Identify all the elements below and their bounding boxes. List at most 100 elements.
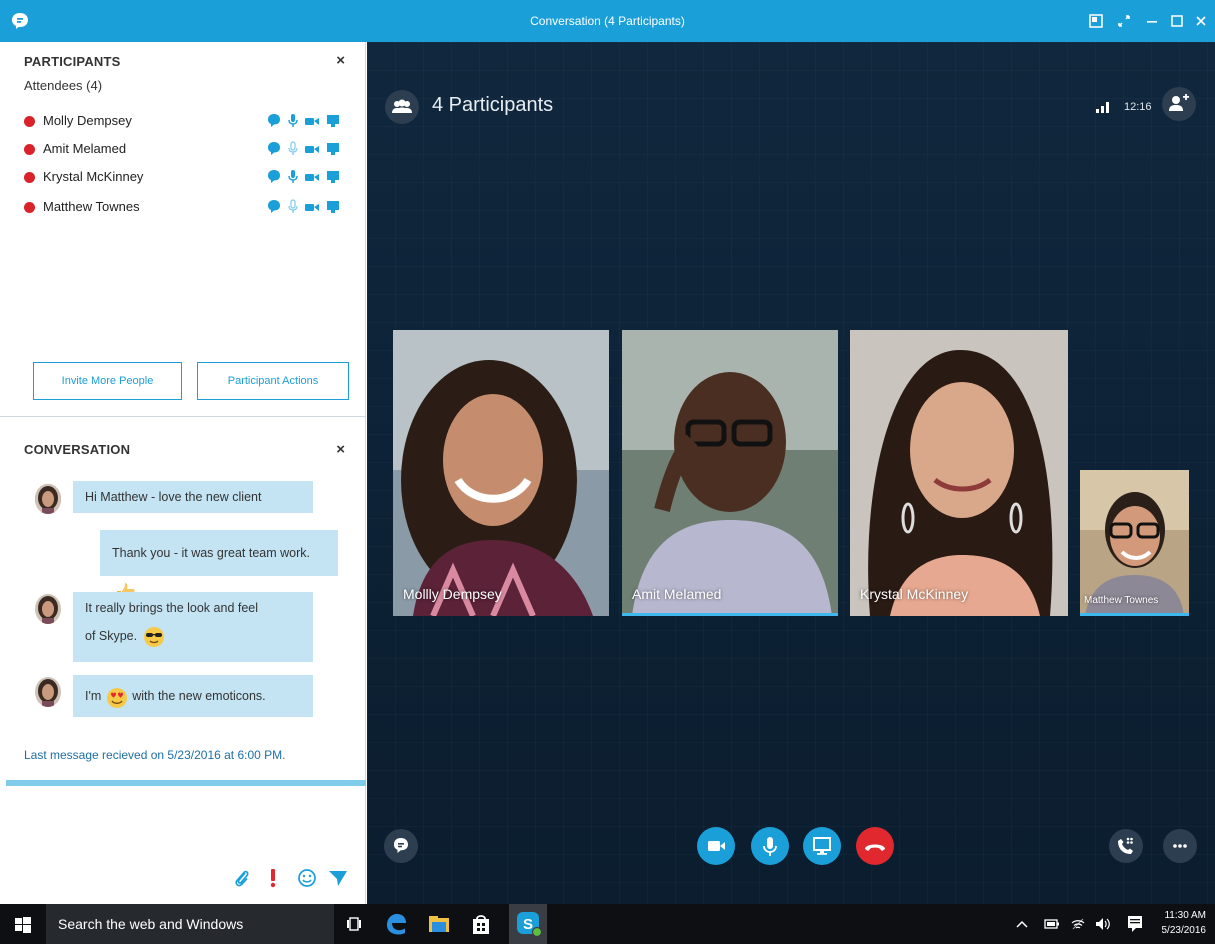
skype-icon: S [517, 912, 542, 937]
participant-video-frame [622, 330, 838, 616]
screen-share-icon[interactable] [325, 113, 341, 129]
participant-name: Matthew Townes [43, 199, 140, 214]
call-participants-title: 4 Participants [432, 94, 554, 116]
task-view-icon[interactable] [346, 916, 362, 932]
pin-icon[interactable] [1085, 10, 1107, 32]
full-screen-icon[interactable] [1113, 10, 1135, 32]
close-participants-button[interactable]: × [336, 52, 345, 69]
video-tile[interactable]: Amit Melamed [622, 330, 838, 616]
message-input[interactable] [6, 786, 366, 866]
chevron-up-icon[interactable] [1016, 919, 1028, 929]
dialpad-icon [1118, 837, 1133, 854]
screen-share-icon [813, 837, 831, 855]
call-controls-button[interactable] [1109, 829, 1143, 863]
chat-message: Hi Matthew - love the new client [73, 481, 313, 513]
chat-message-own: Thank you - it was great team work. [100, 530, 338, 601]
volume-icon[interactable] [1094, 916, 1112, 932]
participant-actions-button[interactable]: Participant Actions [197, 362, 349, 400]
system-clock[interactable]: 11:30 AM 5/23/2016 [1158, 908, 1207, 938]
chat-icon[interactable] [267, 141, 281, 157]
title-bar: Conversation (4 Participants) [0, 0, 1215, 42]
taskbar-skype-active[interactable]: S [509, 904, 547, 944]
presence-busy-indicator [24, 144, 35, 155]
send-icon[interactable] [328, 868, 348, 888]
screen-share-icon[interactable] [325, 199, 341, 215]
chat-message: I'm with the new emoticons. [73, 675, 313, 717]
taskbar-search-box[interactable]: Search the web and Windows [46, 904, 334, 944]
action-center-icon[interactable] [1127, 915, 1143, 933]
tile-name-label: Matthew Townes [1084, 595, 1159, 606]
hang-up-icon [865, 844, 885, 851]
more-icon [1173, 844, 1187, 848]
video-tile[interactable]: Mollly Dempsey [393, 330, 609, 616]
chat-icon[interactable] [267, 113, 281, 129]
participant-video-frame [850, 330, 1068, 616]
battery-icon[interactable] [1044, 918, 1060, 930]
attendees-label: Attendees (4) [24, 78, 103, 93]
minimize-button[interactable] [1141, 10, 1163, 32]
add-participant-button[interactable] [1162, 87, 1196, 121]
video-tile[interactable]: Matthew Townes [1080, 470, 1189, 616]
emoticon-icon[interactable] [297, 868, 317, 888]
invite-more-people-button[interactable]: Invite More People [33, 362, 182, 400]
windows-start-icon[interactable] [15, 917, 31, 933]
participant-row[interactable]: Matthew Townes [24, 198, 354, 218]
maximize-button[interactable] [1166, 10, 1188, 32]
show-conversation-button[interactable] [384, 829, 418, 863]
video-icon[interactable] [304, 141, 320, 157]
clock-date: 5/23/2016 [1161, 925, 1207, 936]
presence-busy-indicator [24, 202, 35, 213]
wifi-icon[interactable] [1070, 917, 1086, 931]
message-text: Thank you - it was great team work. [112, 546, 310, 560]
message-text: with the new emoticons. [132, 689, 266, 703]
side-panel: PARTICIPANTS × Attendees (4) Molly Demps… [0, 42, 366, 904]
screen-share-icon[interactable] [325, 141, 341, 157]
screen-share-icon[interactable] [325, 169, 341, 185]
mic-icon[interactable] [287, 169, 299, 185]
participant-row[interactable]: Molly Dempsey [24, 112, 354, 132]
share-screen-button[interactable] [803, 827, 841, 865]
cool-emoticon-icon [143, 626, 164, 647]
chat-icon[interactable] [267, 199, 281, 215]
video-icon[interactable] [304, 169, 320, 185]
mic-icon[interactable] [287, 113, 299, 129]
video-icon[interactable] [304, 113, 320, 129]
chat-icon[interactable] [267, 169, 281, 185]
chat-message: It really brings the look and feel of Sk… [73, 592, 313, 662]
attach-icon[interactable] [233, 868, 251, 888]
hang-up-button[interactable] [856, 827, 894, 865]
tile-name-label: Amit Melamed [632, 586, 722, 602]
file-explorer-icon[interactable] [428, 913, 450, 935]
participant-row[interactable]: Amit Melamed [24, 140, 354, 160]
participants-heading: PARTICIPANTS [24, 54, 121, 69]
avatar [35, 484, 61, 514]
chat-icon [394, 838, 408, 853]
participant-row[interactable]: Krystal McKinney [24, 168, 354, 188]
mute-button[interactable] [751, 827, 789, 865]
close-window-button[interactable] [1190, 10, 1212, 32]
conversation-heading: CONVERSATION [24, 442, 131, 457]
video-tile[interactable]: Krystal McKinney [850, 330, 1068, 616]
active-speaker-indicator [622, 613, 838, 616]
add-person-icon [1169, 94, 1189, 111]
importance-icon[interactable] [268, 868, 278, 888]
avatar [35, 594, 61, 624]
close-conversation-button[interactable]: × [336, 441, 345, 458]
mic-muted-icon[interactable] [287, 199, 299, 215]
tile-name-label: Mollly Dempsey [403, 586, 502, 602]
search-placeholder: Search the web and Windows [58, 916, 244, 932]
more-options-button[interactable] [1163, 829, 1197, 863]
signal-icon [1096, 102, 1109, 113]
group-icon [392, 99, 412, 113]
participant-name: Krystal McKinney [43, 169, 144, 184]
edge-browser-icon[interactable] [384, 912, 408, 936]
clock-time: 11:30 AM [1164, 910, 1206, 921]
video-toggle-button[interactable] [697, 827, 735, 865]
message-text: I'm [85, 689, 102, 703]
svg-text:S: S [523, 916, 533, 933]
store-icon[interactable] [470, 912, 492, 936]
video-icon[interactable] [304, 199, 320, 215]
message-line: of Skype. [85, 629, 138, 643]
mic-muted-icon[interactable] [287, 141, 299, 157]
participants-toggle-button[interactable] [385, 90, 419, 124]
